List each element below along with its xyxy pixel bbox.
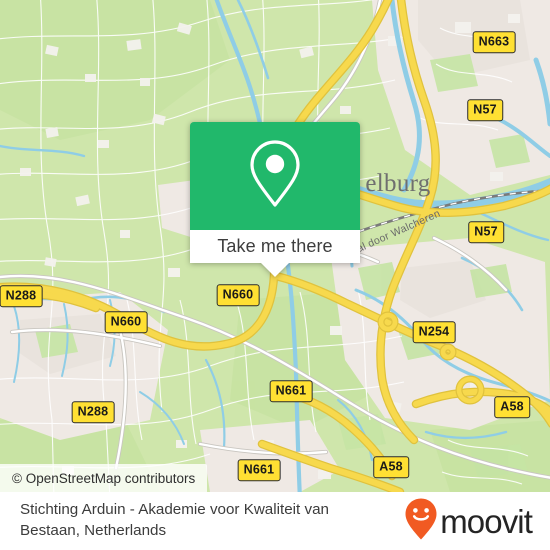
- shield-n661-lower[interactable]: N661: [237, 459, 281, 481]
- shield-n660-left[interactable]: N660: [104, 311, 148, 333]
- location-title: Stichting Arduin - Akademie voor Kwalite…: [20, 501, 329, 539]
- shield-n288-lower[interactable]: N288: [71, 401, 115, 423]
- take-me-there-button[interactable]: Take me there: [190, 230, 360, 263]
- osm-attribution-text: © OpenStreetMap contributors: [12, 470, 196, 486]
- footer-bar: Stichting Arduin - Akademie voor Kwalite…: [0, 492, 550, 550]
- shield-n288-left[interactable]: N288: [0, 285, 43, 307]
- moovit-wordmark: moovit: [440, 502, 533, 540]
- map-pin-icon: [247, 138, 303, 215]
- shield-a58-right[interactable]: A58: [494, 396, 530, 418]
- shield-a58-bottom[interactable]: A58: [373, 456, 409, 478]
- popup-header: [190, 122, 360, 230]
- shield-n663[interactable]: N663: [472, 31, 516, 53]
- place-label-middelburg: elburg: [365, 170, 431, 197]
- shield-n660-right[interactable]: N660: [216, 284, 260, 306]
- moovit-smiley-pin-icon: [404, 497, 438, 546]
- map-canvas[interactable]: elburg aal door Walcheren N663 N57 N57 N…: [0, 0, 550, 492]
- take-me-there-label: Take me there: [217, 236, 333, 256]
- shield-n57-top[interactable]: N57: [467, 99, 503, 121]
- shield-n254[interactable]: N254: [412, 321, 456, 343]
- popup-pointer: [261, 263, 289, 277]
- take-me-there-popup[interactable]: Take me there: [190, 122, 360, 277]
- moovit-map-screenshot: elburg aal door Walcheren N663 N57 N57 N…: [0, 0, 550, 550]
- shield-n57-right[interactable]: N57: [468, 221, 504, 243]
- osm-attribution[interactable]: © OpenStreetMap contributors: [0, 464, 208, 492]
- shield-n661-upper[interactable]: N661: [269, 380, 313, 402]
- moovit-brand[interactable]: moovit: [404, 497, 533, 546]
